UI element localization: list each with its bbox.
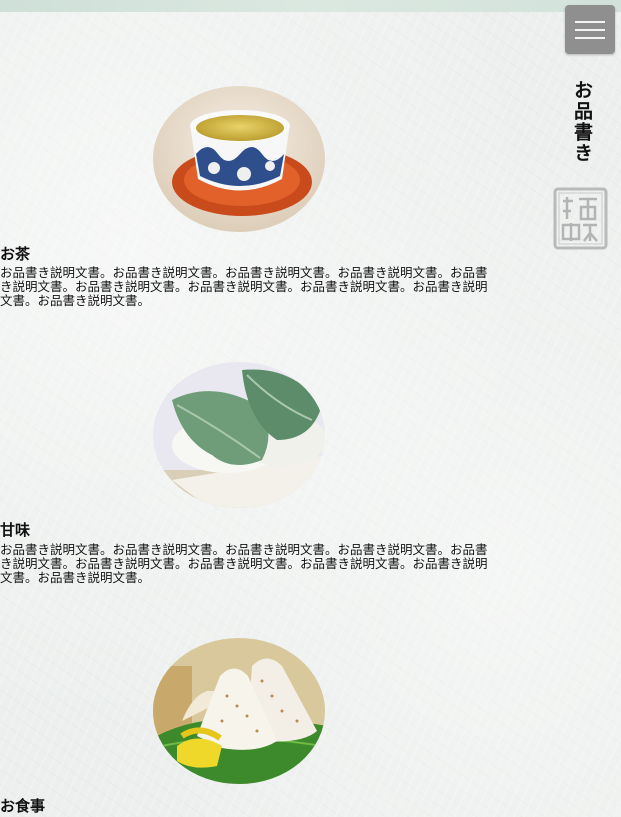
tea-photo xyxy=(152,84,327,234)
menu-item-title: お茶 xyxy=(0,245,31,263)
menu-item-description: お品書き説明文書。お品書き説明文書。お品書き説明文書。お品書き説明文書。お品書き… xyxy=(0,265,488,308)
sweets-photo xyxy=(152,360,327,510)
hamburger-line xyxy=(575,29,605,31)
hamburger-line xyxy=(575,21,605,23)
top-decorative-band xyxy=(0,0,621,12)
shop-seal-icon xyxy=(553,187,608,250)
page-title: お品書き xyxy=(571,80,593,164)
hamburger-line xyxy=(575,37,605,39)
menu-item-title: お食事 xyxy=(0,797,46,815)
menu-item-description: お品書き説明文書。お品書き説明文書。お品書き説明文書。お品書き説明文書。お品書き… xyxy=(0,542,488,585)
menu-item-title: 甘味 xyxy=(0,521,31,539)
meal-photo xyxy=(152,636,327,786)
hamburger-menu-button[interactable] xyxy=(565,5,615,54)
